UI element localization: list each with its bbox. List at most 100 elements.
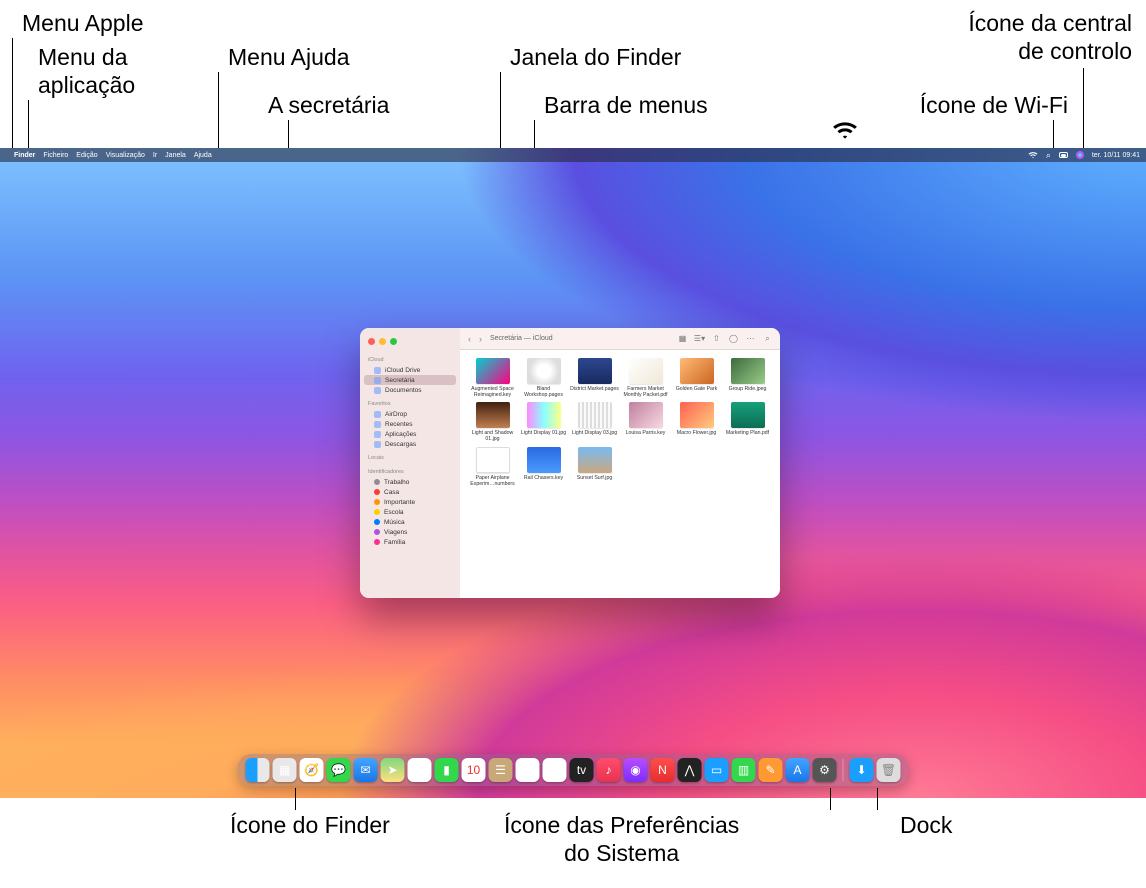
search-icon[interactable]: ⌕ bbox=[763, 334, 772, 343]
file-name-label: Marketing Plan.pdf bbox=[726, 431, 769, 437]
wifi-status-icon[interactable] bbox=[1028, 151, 1038, 159]
file-item[interactable]: Marketing Plan.pdf bbox=[723, 402, 772, 442]
finder-title: Secretária — iCloud bbox=[490, 335, 553, 342]
dock-notes-icon[interactable]: ✎ bbox=[543, 758, 567, 782]
file-item[interactable]: Bland Workshop.pages bbox=[519, 358, 568, 398]
nav-back-icon[interactable]: ‹ bbox=[468, 334, 471, 344]
menubar-clock[interactable]: ter. 10/11 09:41 bbox=[1092, 152, 1140, 159]
sidebar-item[interactable]: iCloud Drive bbox=[360, 365, 460, 375]
group-icon[interactable]: ☰▾ bbox=[695, 334, 704, 343]
file-name-label: Rail Chasers.key bbox=[524, 476, 563, 482]
dock-reminders-icon[interactable]: ☰ bbox=[516, 758, 540, 782]
sidebar-section-label: Identificadores bbox=[360, 467, 460, 477]
file-item[interactable]: Golden Gate Park bbox=[672, 358, 721, 398]
tag-dot-icon bbox=[374, 529, 380, 535]
action-icon[interactable]: ⋯ bbox=[746, 334, 755, 343]
sidebar-item[interactable]: Escola bbox=[360, 507, 460, 517]
file-item[interactable]: Sunset Surf.jpg bbox=[570, 447, 619, 487]
dock-safari-icon[interactable]: 🧭 bbox=[300, 758, 324, 782]
app-menu-finder[interactable]: Finder bbox=[14, 152, 35, 159]
menu-help[interactable]: Ajuda bbox=[194, 152, 212, 159]
dock-finder-icon[interactable] bbox=[246, 758, 270, 782]
folder-icon bbox=[374, 367, 381, 374]
spotlight-icon[interactable] bbox=[1046, 150, 1051, 161]
file-item[interactable]: Macro Flower.jpg bbox=[672, 402, 721, 442]
siri-icon[interactable] bbox=[1076, 151, 1084, 159]
sidebar-item-label: AirDrop bbox=[385, 411, 407, 418]
dock-calendar-icon[interactable]: 10 bbox=[462, 758, 486, 782]
dock-facetime-icon[interactable]: ▮ bbox=[435, 758, 459, 782]
dock-trash-icon[interactable]: 🗑 bbox=[877, 758, 901, 782]
file-item[interactable]: Augmented Space Reimagined.key bbox=[468, 358, 517, 398]
sidebar-item[interactable]: Viagens bbox=[360, 527, 460, 537]
menu-go[interactable]: Ir bbox=[153, 152, 157, 159]
callout-menubar: Barra de menus bbox=[544, 92, 708, 120]
menu-window[interactable]: Janela bbox=[165, 152, 186, 159]
dock-photos-icon[interactable]: ✿ bbox=[408, 758, 432, 782]
dock-launchpad-icon[interactable]: ▦ bbox=[273, 758, 297, 782]
file-item[interactable]: Rail Chasers.key bbox=[519, 447, 568, 487]
dock-numbers-icon[interactable]: ▥ bbox=[732, 758, 756, 782]
nav-forward-icon[interactable]: › bbox=[479, 334, 482, 344]
dock-podcasts-icon[interactable]: ◉ bbox=[624, 758, 648, 782]
menu-file[interactable]: Ficheiro bbox=[43, 152, 68, 159]
view-icons-icon[interactable]: ▦ bbox=[678, 334, 687, 343]
dock-messages-icon[interactable]: 💬 bbox=[327, 758, 351, 782]
macos-desktop: Finder Ficheiro Edição Visualização Ir J… bbox=[0, 148, 1146, 798]
dock-music-icon[interactable]: ♪ bbox=[597, 758, 621, 782]
dock-contacts-icon[interactable]: ☰ bbox=[489, 758, 513, 782]
dock-tv-icon[interactable]: tv bbox=[570, 758, 594, 782]
finder-sidebar: iCloudiCloud DriveSecretáriaDocumentosFa… bbox=[360, 328, 460, 598]
sidebar-item[interactable]: Casa bbox=[360, 487, 460, 497]
file-item[interactable]: Group Ride.jpeg bbox=[723, 358, 772, 398]
menu-edit[interactable]: Edição bbox=[76, 152, 97, 159]
file-thumbnail-icon bbox=[629, 358, 663, 384]
file-item[interactable]: District Market.pages bbox=[570, 358, 619, 398]
close-button[interactable] bbox=[368, 338, 375, 345]
sidebar-item-label: Recentes bbox=[385, 421, 412, 428]
dock-mail-icon[interactable]: ✉ bbox=[354, 758, 378, 782]
file-item[interactable]: Light and Shadow 01.jpg bbox=[468, 402, 517, 442]
file-item[interactable]: Light Display 01.jpg bbox=[519, 402, 568, 442]
control-center-icon[interactable] bbox=[1059, 152, 1068, 158]
folder-icon bbox=[374, 377, 381, 384]
file-name-label: District Market.pages bbox=[570, 387, 619, 393]
dock-keynote-icon[interactable]: ▭ bbox=[705, 758, 729, 782]
callout-sysprefs-icon: Ícone das Preferências do Sistema bbox=[504, 812, 739, 867]
file-thumbnail-icon bbox=[527, 447, 561, 473]
file-item[interactable]: Light Display 03.jpg bbox=[570, 402, 619, 442]
menu-view[interactable]: Visualização bbox=[106, 152, 145, 159]
sidebar-item[interactable]: Trabalho bbox=[360, 477, 460, 487]
file-thumbnail-icon bbox=[629, 402, 663, 428]
dock-maps-icon[interactable]: ➤ bbox=[381, 758, 405, 782]
dock-news-icon[interactable]: N bbox=[651, 758, 675, 782]
file-item[interactable]: Farmers Market Monthly Packet.pdf bbox=[621, 358, 670, 398]
sidebar-item[interactable]: Descargas bbox=[360, 439, 460, 449]
dock-appstore-icon[interactable]: A bbox=[786, 758, 810, 782]
dock-downloads-icon[interactable]: ⬇ bbox=[850, 758, 874, 782]
leader bbox=[218, 72, 219, 152]
sidebar-item[interactable]: Música bbox=[360, 517, 460, 527]
zoom-button[interactable] bbox=[390, 338, 397, 345]
sidebar-item[interactable]: Documentos bbox=[360, 385, 460, 395]
sidebar-item[interactable]: Secretária bbox=[364, 375, 456, 385]
dock-sysprefs-icon[interactable]: ⚙ bbox=[813, 758, 837, 782]
tag-dot-icon bbox=[374, 539, 380, 545]
file-name-label: Light Display 01.jpg bbox=[521, 431, 566, 437]
minimize-button[interactable] bbox=[379, 338, 386, 345]
sidebar-item[interactable]: Aplicações bbox=[360, 429, 460, 439]
file-item[interactable]: Paper Airplane Experim…numbers bbox=[468, 447, 517, 487]
tag-icon[interactable]: ◯ bbox=[729, 334, 738, 343]
sidebar-item[interactable]: Recentes bbox=[360, 419, 460, 429]
share-icon[interactable]: ⇧ bbox=[712, 334, 721, 343]
file-name-label: Sunset Surf.jpg bbox=[577, 476, 612, 482]
folder-icon bbox=[374, 431, 381, 438]
file-name-label: Augmented Space Reimagined.key bbox=[468, 387, 517, 398]
sidebar-item[interactable]: AirDrop bbox=[360, 409, 460, 419]
file-item[interactable]: Louisa Parris.key bbox=[621, 402, 670, 442]
dock-stocks-icon[interactable]: ⋀ bbox=[678, 758, 702, 782]
sidebar-item[interactable]: Família bbox=[360, 537, 460, 547]
dock-pages-icon[interactable]: ✎ bbox=[759, 758, 783, 782]
sidebar-item[interactable]: Importante bbox=[360, 497, 460, 507]
sidebar-section-label: Favoritos bbox=[360, 399, 460, 409]
